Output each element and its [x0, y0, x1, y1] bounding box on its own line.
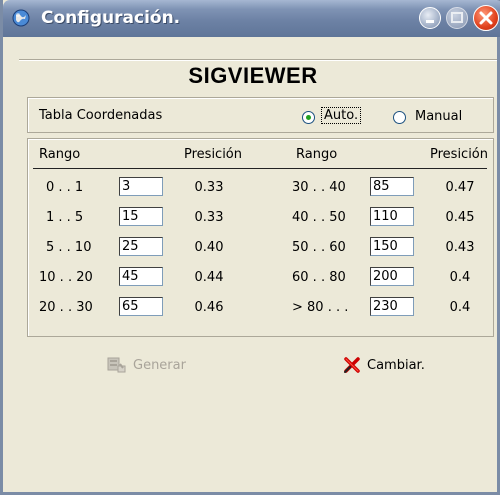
precision-value: 0.33 [194, 210, 224, 225]
precision-value: 0.4 [449, 300, 471, 315]
precision-value: 0.45 [445, 210, 475, 225]
red-x-icon [343, 356, 361, 374]
range-value-input[interactable]: 110 [370, 207, 414, 226]
range-label: > 80 . . . [292, 300, 349, 315]
range-value-input[interactable]: 15 [119, 207, 163, 226]
range-label: 5 . . 10 [46, 240, 92, 255]
precision-value: 0.47 [445, 180, 475, 195]
precision-value: 0.46 [194, 300, 224, 315]
precision-value: 0.33 [194, 180, 224, 195]
cambiar-label: Cambiar. [367, 357, 425, 373]
range-value-input[interactable]: 150 [370, 237, 414, 256]
range-label: 1 . . 5 [46, 210, 84, 225]
title-bar[interactable]: Configuración. [3, 0, 500, 37]
range-value-input[interactable]: 25 [119, 237, 163, 256]
precision-value: 0.43 [445, 240, 475, 255]
auto-radio-label[interactable]: Auto. [321, 107, 362, 124]
config-window: Configuración. SIGVIEWER Tabla Coordenad… [0, 0, 500, 495]
range-value-input[interactable]: 3 [119, 177, 163, 196]
range-label: 0 . . 1 [46, 180, 84, 195]
range-value-input[interactable]: 230 [370, 297, 414, 316]
range-label: 50 . . 60 [292, 240, 346, 255]
app-title: SIGVIEWER [188, 63, 318, 88]
range-label: 40 . . 50 [292, 210, 346, 225]
range-label: 30 . . 40 [292, 180, 346, 195]
generar-label: Generar [133, 357, 186, 373]
header-rango-right: Rango [296, 147, 338, 162]
generar-button[interactable]: Generar [107, 356, 186, 374]
precision-value: 0.44 [194, 270, 224, 285]
header-underline [33, 168, 487, 169]
range-label: 10 . . 20 [39, 270, 93, 285]
auto-radio[interactable] [302, 111, 315, 124]
maximize-icon[interactable] [446, 7, 468, 29]
cambiar-button[interactable]: Cambiar. [343, 356, 425, 374]
tabla-coordenadas-label: Tabla Coordenadas [39, 108, 163, 123]
manual-radio-label[interactable]: Manual [415, 109, 462, 124]
header-precision-right: Presición [430, 147, 489, 162]
manual-radio[interactable] [393, 111, 406, 124]
precision-value: 0.4 [449, 270, 471, 285]
range-value-input[interactable]: 85 [370, 177, 414, 196]
header-precision-left: Presición [184, 147, 243, 162]
minimize-icon[interactable] [419, 7, 441, 29]
range-value-input[interactable]: 65 [119, 297, 163, 316]
globe-icon [12, 9, 30, 27]
window-title: Configuración. [41, 8, 181, 28]
range-value-input[interactable]: 200 [370, 267, 414, 286]
top-divider [19, 59, 497, 61]
precision-value: 0.40 [194, 240, 224, 255]
close-icon[interactable] [473, 5, 499, 31]
range-value-input[interactable]: 45 [119, 267, 163, 286]
generate-icon [107, 356, 127, 374]
header-rango-left: Rango [39, 147, 81, 162]
range-label: 60 . . 80 [292, 270, 346, 285]
range-label: 20 . . 30 [39, 300, 93, 315]
